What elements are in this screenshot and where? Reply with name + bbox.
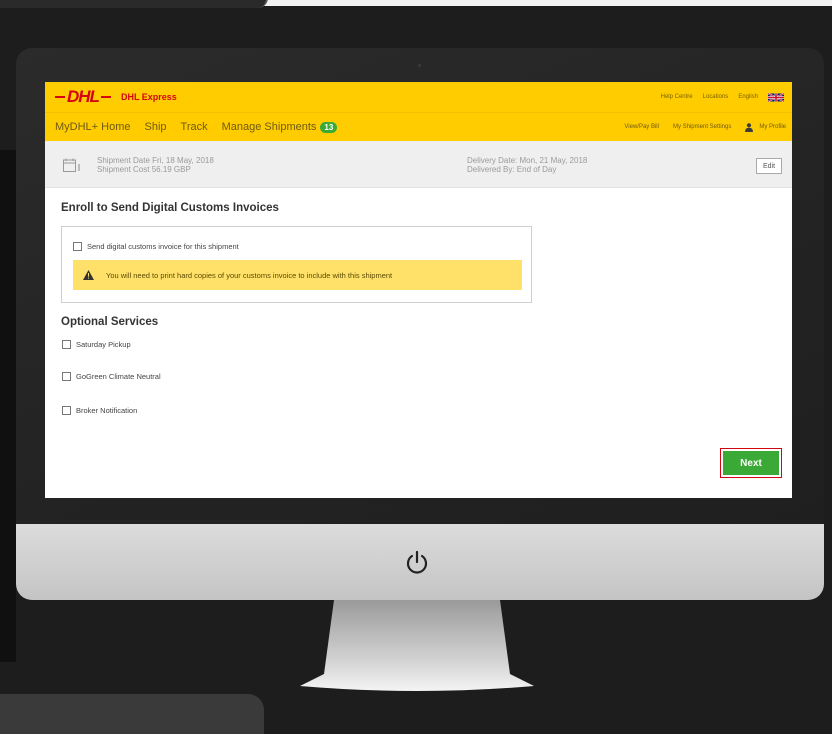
nav-right: View/Pay Bill My Shipment Settings My Pr… [624,113,786,141]
enroll-panel: Send digital customs invoice for this sh… [61,226,532,303]
locations-link[interactable]: Locations [703,94,729,100]
next-button-highlight: Next [720,448,782,478]
camera-icon [418,64,421,67]
option-label: GoGreen Climate Neutral [76,372,161,381]
top-links: Help Centre Locations English [661,82,784,112]
digital-invoice-label: Send digital customs invoice for this sh… [87,242,239,251]
next-button[interactable]: Next [723,451,779,475]
top-bar: DHL DHL Express Help Centre Locations En… [45,82,792,112]
gogreen-checkbox[interactable] [62,372,71,381]
shipment-summary: Shipment Date Fri, 18 May, 2018 Shipment… [45,141,792,188]
digital-invoice-checkbox[interactable] [73,242,82,251]
delivery-info: Delivery Date: Mon, 21 May, 2018 Deliver… [467,156,587,174]
background-card-bottom [0,694,264,734]
digital-invoice-option[interactable]: Send digital customs invoice for this sh… [73,242,239,251]
nav-manage-shipments[interactable]: Manage Shipments 13 [222,121,338,133]
warning-alert: You will need to print hard copies of yo… [73,260,522,290]
nav-ship[interactable]: Ship [145,121,167,133]
option-gogreen[interactable]: GoGreen Climate Neutral [62,372,161,381]
shipment-date: Shipment Date Fri, 18 May, 2018 [97,156,214,165]
uk-flag-icon[interactable] [768,92,784,103]
shipments-count-badge: 13 [320,121,338,133]
warning-icon [83,270,94,280]
background-panel [0,150,16,662]
app-screen: DHL DHL Express Help Centre Locations En… [45,82,792,498]
dhl-logo[interactable]: DHL [53,87,113,107]
shipment-settings-link[interactable]: My Shipment Settings [673,124,731,130]
brand-name: DHL Express [120,92,177,102]
broker-notification-checkbox[interactable] [62,406,71,415]
calendar-icon [63,158,80,172]
delivery-date: Delivery Date: Mon, 21 May, 2018 [467,156,588,165]
enroll-title: Enroll to Send Digital Customs Invoices [61,202,279,214]
language-selector[interactable]: English [738,94,758,100]
nav-track[interactable]: Track [181,121,208,133]
help-centre-link[interactable]: Help Centre [661,94,693,100]
shipment-info: Shipment Date Fri, 18 May, 2018 Shipment… [97,156,214,174]
option-label: Saturday Pickup [76,340,131,349]
shipment-cost: Shipment Cost 56.19 GBP [97,165,191,174]
my-profile-link[interactable]: My Profile [745,122,786,132]
background-card [0,0,268,8]
view-pay-bill-link[interactable]: View/Pay Bill [624,124,659,130]
saturday-pickup-checkbox[interactable] [62,340,71,349]
person-icon [745,122,754,132]
option-broker-notification[interactable]: Broker Notification [62,406,137,415]
optional-services-title: Optional Services [61,316,159,328]
my-profile-label: My Profile [759,124,786,130]
main-nav: MyDHL+ Home Ship Track Manage Shipments … [45,112,792,141]
warning-text: You will need to print hard copies of yo… [106,270,393,280]
nav-home[interactable]: MyDHL+ Home [55,121,131,133]
edit-button[interactable]: Edit [756,158,782,174]
delivered-by: Delivered By: End of Day [467,165,557,174]
option-label: Broker Notification [76,406,138,415]
nav-manage-label: Manage Shipments [221,121,317,133]
monitor-stand [300,600,534,691]
option-saturday-pickup[interactable]: Saturday Pickup [62,340,131,349]
power-icon[interactable] [403,549,431,577]
